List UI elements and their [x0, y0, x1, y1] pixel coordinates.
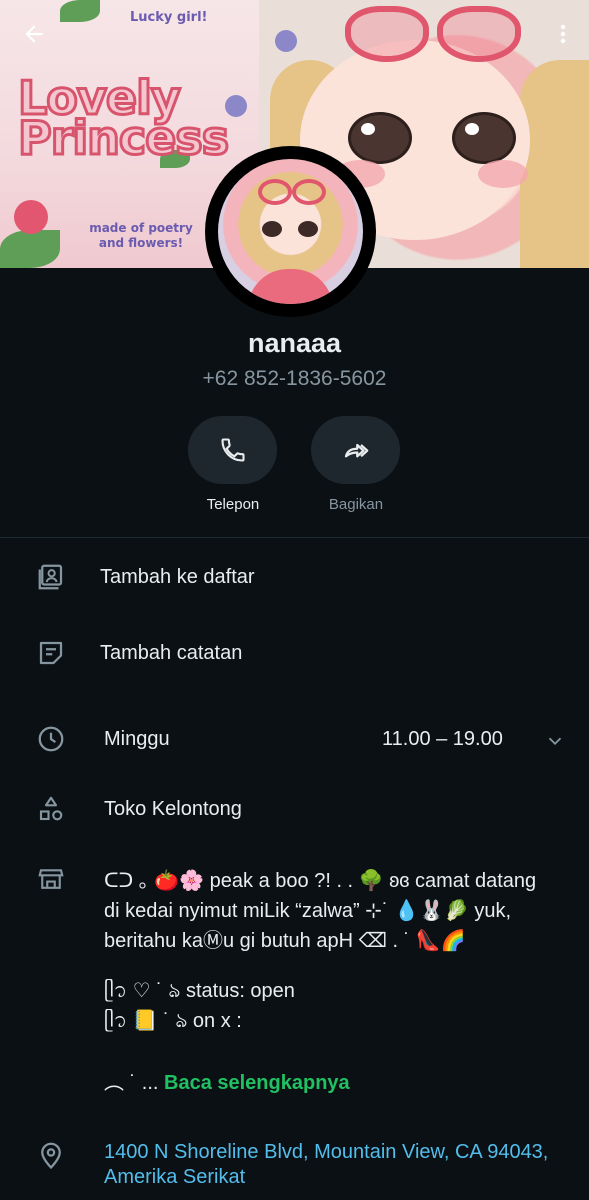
- avatar-image: [218, 159, 363, 304]
- cover-lucky-text: Lucky girl!: [130, 10, 208, 25]
- add-note-item[interactable]: Tambah catatan: [0, 636, 589, 672]
- share-forward-icon: [344, 443, 368, 458]
- store-icon: [38, 869, 64, 889]
- note-icon: [39, 641, 63, 665]
- read-more-link[interactable]: Baca selengkapnya: [164, 1072, 350, 1094]
- section-divider: [0, 537, 589, 538]
- cover-art-glasses: [345, 6, 521, 62]
- shapes-icon: [39, 796, 63, 821]
- flower-decoration: [275, 30, 297, 52]
- call-button[interactable]: [188, 416, 277, 484]
- cover-art-eye: [348, 112, 412, 164]
- contact-list-icon: [38, 564, 63, 590]
- description-line: ᑕᑐ ｡ 🍅🌸 peak a boo ?! . . 🌳 ʚɞ camat dat…: [104, 870, 537, 892]
- business-day: Minggu: [104, 728, 170, 750]
- leaf-decoration: [60, 0, 100, 22]
- profile-phone: +62 852-1836-5602: [202, 367, 387, 390]
- call-label: Telepon: [206, 496, 260, 513]
- call-action[interactable]: Telepon: [188, 416, 278, 513]
- arrow-left-icon: [25, 25, 43, 43]
- business-description: ᑕᑐ ｡ 🍅🌸 peak a boo ?! . . 🌳 ʚɞ camat dat…: [104, 866, 564, 1098]
- description-line: di kedai nyimut miLik “zalwa” ⊹˙ 💧🐰🥬 yuk…: [104, 900, 512, 922]
- status-line: ᥫ᭡ 📒 ˙ ঌ on x :: [104, 1010, 242, 1032]
- share-action[interactable]: Bagikan: [311, 416, 401, 513]
- add-note-label: Tambah catatan: [100, 642, 243, 664]
- share-button[interactable]: [311, 416, 400, 484]
- share-label: Bagikan: [328, 496, 384, 513]
- business-category: Toko Kelontong: [104, 798, 242, 820]
- leaf-decoration: [0, 230, 60, 268]
- profile-avatar[interactable]: [205, 146, 376, 317]
- more-options-button[interactable]: [543, 14, 583, 54]
- flower-decoration: [14, 200, 48, 234]
- phone-icon: [220, 438, 245, 462]
- business-hours: 11.00 – 19.00: [382, 728, 503, 750]
- status-line: ᥫ᭡ ♡ ˙ ঌ status: open: [104, 980, 295, 1002]
- clock-icon: [38, 726, 64, 752]
- business-category-item: Toko Kelontong: [0, 792, 589, 828]
- cover-art-blush: [478, 160, 528, 188]
- cover-art-eye: [452, 112, 516, 164]
- cover-art-hair: [520, 60, 589, 268]
- add-to-list-item[interactable]: Tambah ke daftar: [0, 560, 589, 596]
- cover-title-text: Lovely Princess: [17, 71, 231, 165]
- location-pin-icon: [41, 1142, 61, 1170]
- chevron-down-icon[interactable]: [544, 730, 566, 752]
- business-hours-item[interactable]: Minggu 11.00 – 19.00: [0, 722, 589, 758]
- add-to-list-label: Tambah ke daftar: [100, 566, 255, 588]
- back-button[interactable]: [14, 14, 54, 54]
- more-vertical-icon: [560, 24, 566, 44]
- address-link[interactable]: 1400 N Shoreline Blvd, Mountain View, CA…: [104, 1140, 574, 1190]
- description-line: beritahu kaⓂu gi butuh apH ⌫ . ˙ 👠🌈: [104, 930, 466, 952]
- flower-decoration: [225, 95, 247, 117]
- read-more-prefix: ︵ ˙ ...: [104, 1072, 164, 1094]
- cover-subtitle-text: made of poetry and flowers!: [89, 221, 193, 250]
- profile-name: nanaaa: [247, 328, 342, 358]
